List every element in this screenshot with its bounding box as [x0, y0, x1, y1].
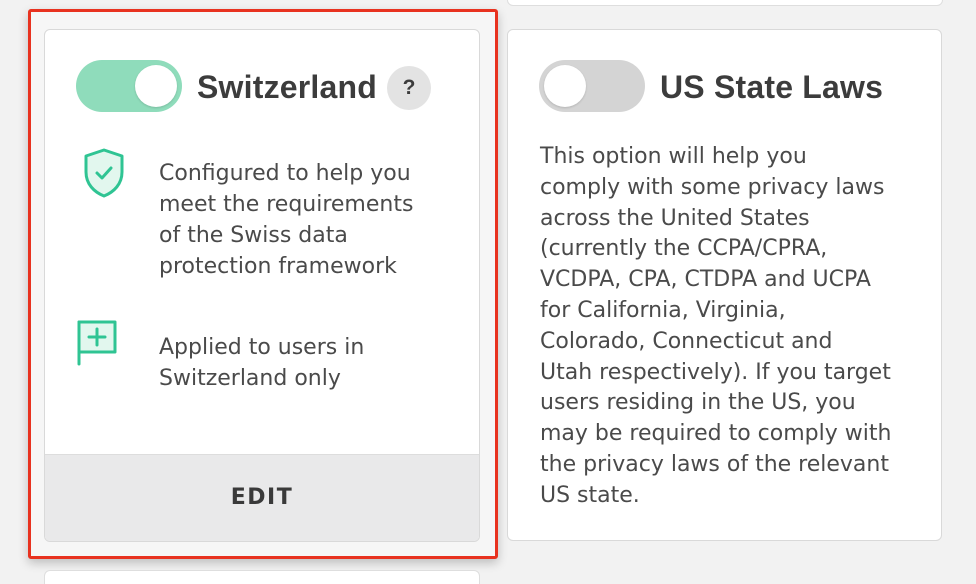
edit-button[interactable]: EDIT [45, 454, 479, 541]
partial-card-above [507, 0, 943, 6]
help-button[interactable]: ? [387, 66, 431, 110]
switzerland-title: Switzerland [197, 69, 378, 105]
us-state-laws-toggle[interactable] [539, 60, 645, 112]
feature-text-framework: Configured to help you meet the requirem… [159, 161, 414, 279]
us-state-laws-card: US State Laws This option will help you … [507, 29, 942, 541]
partial-card-below [44, 570, 480, 584]
edit-label: EDIT [230, 485, 294, 510]
shield-check-icon [84, 148, 124, 198]
us-state-laws-title: US State Laws [660, 69, 884, 105]
flag-plus-icon [77, 320, 117, 366]
regulation-settings-page: Switzerland ? Configured to help you mee… [0, 0, 976, 584]
switzerland-card: Switzerland ? Configured to help you mee… [44, 29, 480, 542]
feature-text-applies-to: Applied to users in Switzerland only [159, 335, 365, 391]
switzerland-toggle[interactable] [76, 60, 182, 112]
toggle-knob [544, 65, 586, 107]
toggle-knob [135, 65, 177, 107]
us-state-laws-description: This option will help you comply with so… [540, 144, 892, 508]
